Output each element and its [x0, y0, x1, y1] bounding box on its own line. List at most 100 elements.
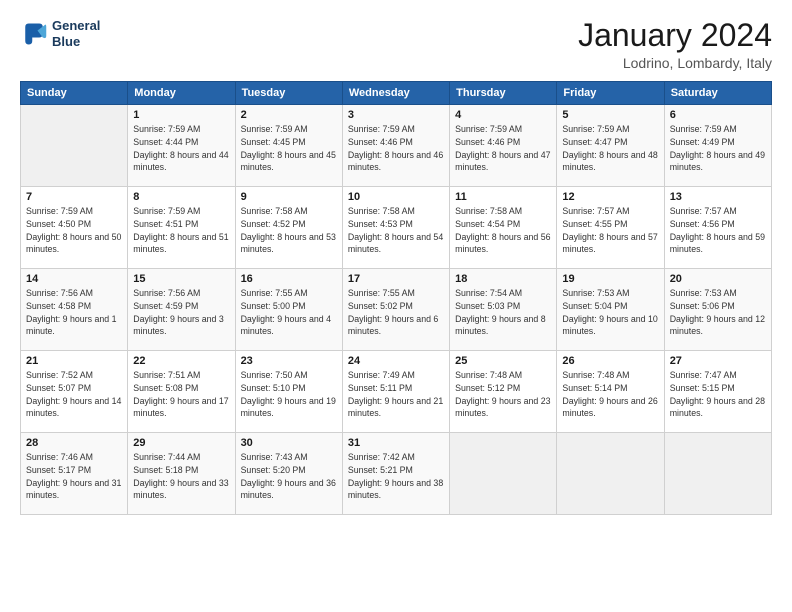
- week-row-5: 28 Sunrise: 7:46 AMSunset: 5:17 PMDaylig…: [21, 433, 772, 515]
- day-number: 25: [455, 355, 551, 367]
- col-friday: Friday: [557, 82, 664, 105]
- day-info: Sunrise: 7:59 AMSunset: 4:49 PMDaylight:…: [670, 123, 766, 174]
- day-number: 15: [133, 273, 229, 285]
- logo: General Blue: [20, 18, 100, 49]
- day-cell: 26 Sunrise: 7:48 AMSunset: 5:14 PMDaylig…: [557, 351, 664, 433]
- week-row-1: 1 Sunrise: 7:59 AMSunset: 4:44 PMDayligh…: [21, 105, 772, 187]
- day-info: Sunrise: 7:48 AMSunset: 5:12 PMDaylight:…: [455, 369, 551, 420]
- day-cell: 15 Sunrise: 7:56 AMSunset: 4:59 PMDaylig…: [128, 269, 235, 351]
- day-cell: 14 Sunrise: 7:56 AMSunset: 4:58 PMDaylig…: [21, 269, 128, 351]
- day-cell: 28 Sunrise: 7:46 AMSunset: 5:17 PMDaylig…: [21, 433, 128, 515]
- day-info: Sunrise: 7:58 AMSunset: 4:52 PMDaylight:…: [241, 205, 337, 256]
- col-monday: Monday: [128, 82, 235, 105]
- day-cell: [21, 105, 128, 187]
- col-wednesday: Wednesday: [342, 82, 449, 105]
- page: General Blue January 2024 Lodrino, Lomba…: [0, 0, 792, 612]
- col-tuesday: Tuesday: [235, 82, 342, 105]
- day-cell: 29 Sunrise: 7:44 AMSunset: 5:18 PMDaylig…: [128, 433, 235, 515]
- day-number: 10: [348, 191, 444, 203]
- day-info: Sunrise: 7:59 AMSunset: 4:50 PMDaylight:…: [26, 205, 122, 256]
- day-number: 7: [26, 191, 122, 203]
- week-row-4: 21 Sunrise: 7:52 AMSunset: 5:07 PMDaylig…: [21, 351, 772, 433]
- day-cell: 4 Sunrise: 7:59 AMSunset: 4:46 PMDayligh…: [450, 105, 557, 187]
- day-cell: [664, 433, 771, 515]
- day-number: 21: [26, 355, 122, 367]
- day-info: Sunrise: 7:46 AMSunset: 5:17 PMDaylight:…: [26, 451, 122, 502]
- col-saturday: Saturday: [664, 82, 771, 105]
- day-number: 5: [562, 109, 658, 121]
- day-cell: 13 Sunrise: 7:57 AMSunset: 4:56 PMDaylig…: [664, 187, 771, 269]
- col-sunday: Sunday: [21, 82, 128, 105]
- header: General Blue January 2024 Lodrino, Lomba…: [20, 18, 772, 71]
- calendar-header: Sunday Monday Tuesday Wednesday Thursday…: [21, 82, 772, 105]
- day-cell: [557, 433, 664, 515]
- day-number: 3: [348, 109, 444, 121]
- logo-text: General Blue: [52, 18, 100, 49]
- day-info: Sunrise: 7:59 AMSunset: 4:51 PMDaylight:…: [133, 205, 229, 256]
- day-info: Sunrise: 7:48 AMSunset: 5:14 PMDaylight:…: [562, 369, 658, 420]
- day-cell: 25 Sunrise: 7:48 AMSunset: 5:12 PMDaylig…: [450, 351, 557, 433]
- day-cell: 19 Sunrise: 7:53 AMSunset: 5:04 PMDaylig…: [557, 269, 664, 351]
- day-cell: 1 Sunrise: 7:59 AMSunset: 4:44 PMDayligh…: [128, 105, 235, 187]
- day-info: Sunrise: 7:49 AMSunset: 5:11 PMDaylight:…: [348, 369, 444, 420]
- logo-icon: [20, 20, 48, 48]
- day-number: 16: [241, 273, 337, 285]
- day-cell: 3 Sunrise: 7:59 AMSunset: 4:46 PMDayligh…: [342, 105, 449, 187]
- day-cell: 2 Sunrise: 7:59 AMSunset: 4:45 PMDayligh…: [235, 105, 342, 187]
- day-cell: 9 Sunrise: 7:58 AMSunset: 4:52 PMDayligh…: [235, 187, 342, 269]
- day-cell: 24 Sunrise: 7:49 AMSunset: 5:11 PMDaylig…: [342, 351, 449, 433]
- day-cell: 12 Sunrise: 7:57 AMSunset: 4:55 PMDaylig…: [557, 187, 664, 269]
- day-cell: 8 Sunrise: 7:59 AMSunset: 4:51 PMDayligh…: [128, 187, 235, 269]
- day-cell: 10 Sunrise: 7:58 AMSunset: 4:53 PMDaylig…: [342, 187, 449, 269]
- day-info: Sunrise: 7:56 AMSunset: 4:59 PMDaylight:…: [133, 287, 229, 338]
- day-number: 19: [562, 273, 658, 285]
- day-number: 24: [348, 355, 444, 367]
- day-info: Sunrise: 7:57 AMSunset: 4:56 PMDaylight:…: [670, 205, 766, 256]
- day-number: 17: [348, 273, 444, 285]
- day-number: 2: [241, 109, 337, 121]
- day-cell: 11 Sunrise: 7:58 AMSunset: 4:54 PMDaylig…: [450, 187, 557, 269]
- day-number: 31: [348, 437, 444, 449]
- day-number: 18: [455, 273, 551, 285]
- day-cell: 22 Sunrise: 7:51 AMSunset: 5:08 PMDaylig…: [128, 351, 235, 433]
- day-info: Sunrise: 7:58 AMSunset: 4:54 PMDaylight:…: [455, 205, 551, 256]
- day-number: 12: [562, 191, 658, 203]
- day-cell: 6 Sunrise: 7:59 AMSunset: 4:49 PMDayligh…: [664, 105, 771, 187]
- month-title: January 2024: [578, 18, 772, 53]
- day-info: Sunrise: 7:55 AMSunset: 5:00 PMDaylight:…: [241, 287, 337, 338]
- day-number: 4: [455, 109, 551, 121]
- day-info: Sunrise: 7:53 AMSunset: 5:04 PMDaylight:…: [562, 287, 658, 338]
- header-row: Sunday Monday Tuesday Wednesday Thursday…: [21, 82, 772, 105]
- day-number: 13: [670, 191, 766, 203]
- day-info: Sunrise: 7:58 AMSunset: 4:53 PMDaylight:…: [348, 205, 444, 256]
- day-cell: 5 Sunrise: 7:59 AMSunset: 4:47 PMDayligh…: [557, 105, 664, 187]
- day-number: 14: [26, 273, 122, 285]
- day-info: Sunrise: 7:55 AMSunset: 5:02 PMDaylight:…: [348, 287, 444, 338]
- day-number: 8: [133, 191, 229, 203]
- day-number: 26: [562, 355, 658, 367]
- day-cell: [450, 433, 557, 515]
- day-cell: 16 Sunrise: 7:55 AMSunset: 5:00 PMDaylig…: [235, 269, 342, 351]
- week-row-2: 7 Sunrise: 7:59 AMSunset: 4:50 PMDayligh…: [21, 187, 772, 269]
- day-info: Sunrise: 7:52 AMSunset: 5:07 PMDaylight:…: [26, 369, 122, 420]
- day-info: Sunrise: 7:59 AMSunset: 4:47 PMDaylight:…: [562, 123, 658, 174]
- day-info: Sunrise: 7:59 AMSunset: 4:44 PMDaylight:…: [133, 123, 229, 174]
- day-number: 9: [241, 191, 337, 203]
- day-number: 1: [133, 109, 229, 121]
- day-cell: 18 Sunrise: 7:54 AMSunset: 5:03 PMDaylig…: [450, 269, 557, 351]
- day-number: 6: [670, 109, 766, 121]
- day-info: Sunrise: 7:53 AMSunset: 5:06 PMDaylight:…: [670, 287, 766, 338]
- day-number: 20: [670, 273, 766, 285]
- day-info: Sunrise: 7:47 AMSunset: 5:15 PMDaylight:…: [670, 369, 766, 420]
- day-cell: 21 Sunrise: 7:52 AMSunset: 5:07 PMDaylig…: [21, 351, 128, 433]
- day-info: Sunrise: 7:59 AMSunset: 4:46 PMDaylight:…: [455, 123, 551, 174]
- day-info: Sunrise: 7:57 AMSunset: 4:55 PMDaylight:…: [562, 205, 658, 256]
- day-info: Sunrise: 7:59 AMSunset: 4:45 PMDaylight:…: [241, 123, 337, 174]
- day-number: 27: [670, 355, 766, 367]
- title-block: January 2024 Lodrino, Lombardy, Italy: [578, 18, 772, 71]
- day-number: 29: [133, 437, 229, 449]
- day-cell: 23 Sunrise: 7:50 AMSunset: 5:10 PMDaylig…: [235, 351, 342, 433]
- week-row-3: 14 Sunrise: 7:56 AMSunset: 4:58 PMDaylig…: [21, 269, 772, 351]
- day-number: 23: [241, 355, 337, 367]
- day-info: Sunrise: 7:51 AMSunset: 5:08 PMDaylight:…: [133, 369, 229, 420]
